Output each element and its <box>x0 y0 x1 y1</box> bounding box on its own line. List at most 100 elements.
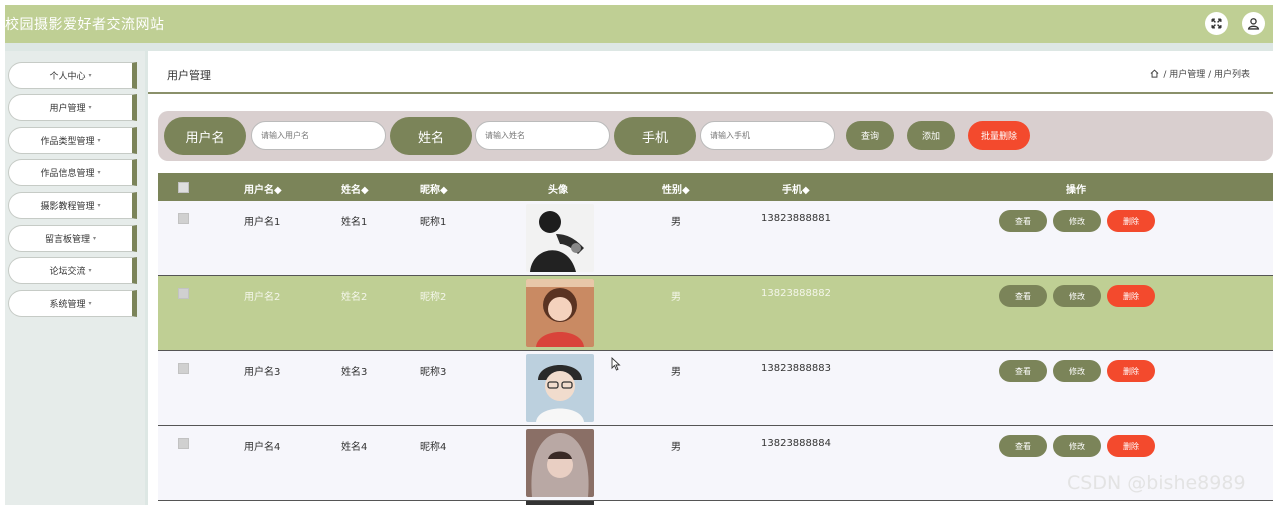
sidebar-item-tutorial-management[interactable]: 摄影教程管理 ▾ <box>8 192 137 219</box>
cell-gender: 男 <box>671 217 681 228</box>
row-checkbox[interactable] <box>178 213 189 224</box>
chevron-down-icon: ▾ <box>97 169 101 176</box>
sidebar-item-user-management[interactable]: 用户管理 ▾ <box>8 94 137 121</box>
mouse-cursor-icon <box>611 357 621 371</box>
header-gender[interactable]: 性别◆ <box>662 181 690 196</box>
header-nickname[interactable]: 昵称◆ <box>420 181 448 196</box>
header-name[interactable]: 姓名◆ <box>341 181 369 196</box>
app-window: 校园摄影爱好者交流网站 个人中心 ▾ 用户管理 ▾ 作品类型管理 ▾ 作品信息管理 ▾ … <box>5 5 1273 505</box>
table-header: 用户名◆ 姓名◆ 昵称◆ 头像 性别◆ 手机◆ 操作 <box>158 173 1273 201</box>
phone-label: 手机 <box>614 117 696 155</box>
edit-button[interactable]: 修改 <box>1053 210 1101 232</box>
cell-nickname: 昵称3 <box>420 367 447 378</box>
cell-name: 姓名1 <box>341 217 368 228</box>
username-search-input[interactable] <box>251 121 386 150</box>
cell-username: 用户名3 <box>244 367 281 378</box>
cell-name: 姓名3 <box>341 367 368 378</box>
query-button[interactable]: 查询 <box>846 121 894 150</box>
table-row[interactable]: 用户名1 姓名1 昵称1 男 13823888881 查看 修改 删除 <box>158 201 1273 276</box>
header-phone[interactable]: 手机◆ <box>782 181 810 196</box>
cell-username: 用户名4 <box>244 442 281 453</box>
sidebar-item-label: 论坛交流 <box>49 267 86 277</box>
sidebar-item-label: 系统管理 <box>49 300 86 310</box>
sidebar-item-label: 作品类型管理 <box>40 137 95 147</box>
cell-gender: 男 <box>671 442 681 453</box>
chevron-down-icon: ▾ <box>93 235 97 242</box>
cell-name: 姓名2 <box>341 292 368 303</box>
row-checkbox[interactable] <box>178 288 189 299</box>
delete-button[interactable]: 删除 <box>1107 285 1155 307</box>
cell-nickname: 昵称1 <box>420 217 447 228</box>
select-all-checkbox[interactable] <box>178 182 189 193</box>
sidebar-item-personal-center[interactable]: 个人中心 ▾ <box>8 62 137 89</box>
cell-nickname: 昵称2 <box>420 292 447 303</box>
cell-phone: 13823888884 <box>761 438 831 449</box>
delete-button[interactable]: 删除 <box>1107 435 1155 457</box>
avatar <box>526 429 594 497</box>
chevron-down-icon: ▾ <box>97 137 101 144</box>
edit-button[interactable]: 修改 <box>1053 360 1101 382</box>
top-bar: 校园摄影爱好者交流网站 <box>5 5 1273 43</box>
chevron-down-icon: ▾ <box>97 202 101 209</box>
delete-button[interactable]: 删除 <box>1107 210 1155 232</box>
cell-phone: 13823888883 <box>761 363 831 374</box>
delete-button[interactable]: 删除 <box>1107 360 1155 382</box>
cell-username: 用户名1 <box>244 217 281 228</box>
row-checkbox[interactable] <box>178 363 189 374</box>
breadcrumb: / 用户管理 / 用户列表 <box>1150 67 1250 80</box>
view-button[interactable]: 查看 <box>999 210 1047 232</box>
user-icon[interactable] <box>1242 12 1265 35</box>
avatar <box>526 204 594 272</box>
search-bar: 用户名 姓名 手机 查询 添加 批量删除 <box>158 111 1273 161</box>
chevron-down-icon: ▾ <box>88 72 92 79</box>
chevron-down-icon: ▾ <box>88 300 92 307</box>
view-button[interactable]: 查看 <box>999 285 1047 307</box>
avatar <box>526 279 594 347</box>
breadcrumb-bar: 用户管理 / 用户管理 / 用户列表 <box>148 51 1273 94</box>
sidebar-item-label: 个人中心 <box>49 72 86 82</box>
watermark: CSDN @bishe8989 <box>1067 472 1246 494</box>
sidebar-item-message-board-management[interactable]: 留言板管理 ▾ <box>8 225 137 252</box>
view-button[interactable]: 查看 <box>999 360 1047 382</box>
breadcrumb-path[interactable]: / 用户管理 / 用户列表 <box>1163 67 1250 80</box>
sidebar-item-system-management[interactable]: 系统管理 ▾ <box>8 290 137 317</box>
cell-username: 用户名2 <box>244 292 281 303</box>
site-title: 校园摄影爱好者交流网站 <box>5 17 165 33</box>
header-actions: 操作 <box>1066 185 1086 196</box>
cell-phone: 13823888881 <box>761 213 831 224</box>
edit-button[interactable]: 修改 <box>1053 285 1101 307</box>
cell-nickname: 昵称4 <box>420 442 447 453</box>
username-label: 用户名 <box>164 117 246 155</box>
cell-name: 姓名4 <box>341 442 368 453</box>
row-checkbox[interactable] <box>178 438 189 449</box>
sidebar: 个人中心 ▾ 用户管理 ▾ 作品类型管理 ▾ 作品信息管理 ▾ 摄影教程管理 ▾ 留言板管… <box>5 51 145 505</box>
sidebar-item-work-type-management[interactable]: 作品类型管理 ▾ <box>8 127 137 154</box>
view-button[interactable]: 查看 <box>999 435 1047 457</box>
chevron-down-icon: ▾ <box>88 104 92 111</box>
cell-gender: 男 <box>671 367 681 378</box>
chevron-down-icon: ▾ <box>88 267 92 274</box>
sidebar-item-work-info-management[interactable]: 作品信息管理 ▾ <box>8 159 137 186</box>
name-search-input[interactable] <box>475 121 610 150</box>
table-row[interactable]: 用户名2 姓名2 昵称2 男 13823888882 查看 修改 删除 <box>158 276 1273 351</box>
header-avatar: 头像 <box>548 185 568 196</box>
sidebar-item-label: 作品信息管理 <box>40 169 95 179</box>
edit-button[interactable]: 修改 <box>1053 435 1101 457</box>
home-icon[interactable] <box>1150 69 1159 78</box>
sidebar-item-label: 用户管理 <box>49 104 86 114</box>
sidebar-item-label: 摄影教程管理 <box>40 202 95 212</box>
cell-phone: 13823888882 <box>761 288 831 299</box>
page-title: 用户管理 <box>167 69 211 82</box>
avatar <box>526 354 594 422</box>
batch-delete-button[interactable]: 批量删除 <box>968 121 1030 150</box>
add-button[interactable]: 添加 <box>907 121 955 150</box>
phone-search-input[interactable] <box>700 121 835 150</box>
name-label: 姓名 <box>390 117 472 155</box>
header-username[interactable]: 用户名◆ <box>244 181 282 196</box>
table-row[interactable]: 用户名3 姓名3 昵称3 男 13823888883 查看 修改 删除 <box>158 351 1273 426</box>
main-content: 用户管理 / 用户管理 / 用户列表 用户名 姓名 手机 查询 添加 批量删除 … <box>148 51 1273 505</box>
expand-icon[interactable] <box>1205 12 1228 35</box>
cell-gender: 男 <box>671 292 681 303</box>
sidebar-item-forum[interactable]: 论坛交流 ▾ <box>8 257 137 284</box>
sidebar-item-label: 留言板管理 <box>44 235 90 245</box>
